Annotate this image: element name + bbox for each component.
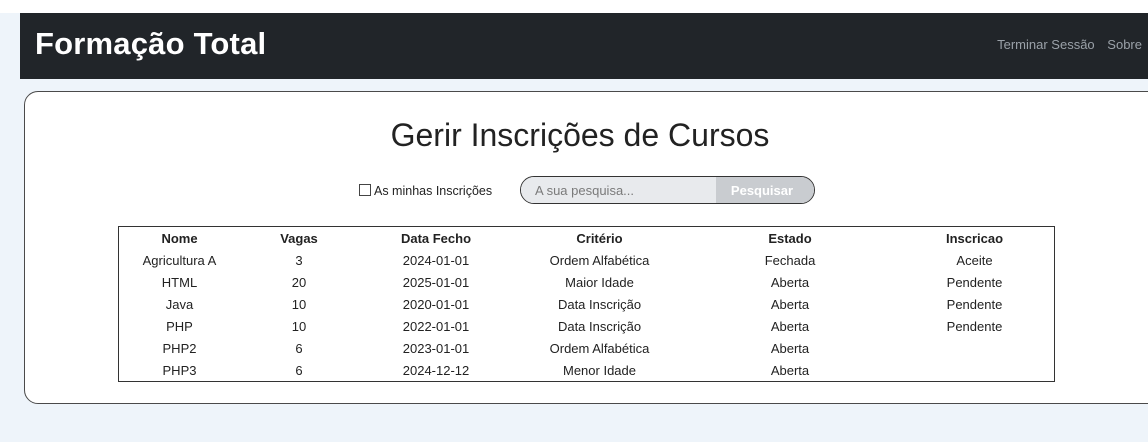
cell-estado: Fechada: [764, 252, 816, 268]
cell-criterio: Ordem Alfabética: [549, 340, 650, 356]
column-header-data-fecho: Data Fecho: [400, 230, 472, 246]
cell-data-fecho: 2025-01-01: [402, 274, 470, 290]
cell-inscricao: Pendente: [946, 296, 1003, 312]
top-strip: [0, 0, 1148, 13]
brand-title[interactable]: Formação Total: [35, 26, 266, 62]
table-row[interactable]: Java 10 2020-01-01 Data Inscrição Aberta…: [119, 293, 1054, 315]
cell-inscricao: Aceite: [956, 252, 993, 268]
cell-estado: Aberta: [770, 296, 810, 312]
my-enrollments-label: As minhas Inscrições: [374, 184, 493, 198]
nav-link-about[interactable]: Sobre: [1107, 37, 1142, 52]
cell-inscricao: Pendente: [946, 318, 1003, 334]
cell-vagas: 10: [291, 318, 307, 334]
nav-links: Terminar Sessão Sobre: [988, 37, 1142, 52]
cell-data-fecho: 2022-01-01: [402, 318, 470, 334]
cell-nome: PHP3: [162, 362, 197, 378]
cell-inscricao: [895, 337, 1054, 359]
nav-link-logout[interactable]: Terminar Sessão: [997, 37, 1095, 52]
column-header-estado: Estado: [768, 230, 812, 246]
courses-table-container: Nome Vagas Data Fecho Critério Estado In…: [118, 226, 1055, 382]
cell-criterio: Data Inscrição: [557, 296, 642, 312]
cell-vagas: 6: [295, 340, 303, 356]
cell-inscricao: [895, 359, 1054, 381]
my-enrollments-filter[interactable]: As minhas Inscrições: [359, 184, 492, 198]
cell-data-fecho: 2024-01-01: [402, 252, 470, 268]
cell-estado: Aberta: [770, 274, 810, 290]
cell-vagas: 6: [295, 362, 303, 378]
page-title: Gerir Inscrições de Cursos: [390, 117, 770, 153]
column-header-vagas: Vagas: [280, 230, 318, 246]
search-button[interactable]: Pesquisar: [716, 177, 814, 203]
table-row[interactable]: Agricultura A 3 2024-01-01 Ordem Alfabét…: [119, 249, 1054, 271]
cell-criterio: Data Inscrição: [557, 318, 642, 334]
cell-vagas: 3: [295, 252, 303, 268]
cell-data-fecho: 2023-01-01: [402, 340, 470, 356]
cell-data-fecho: 2020-01-01: [402, 296, 470, 312]
courses-table: Nome Vagas Data Fecho Critério Estado In…: [119, 227, 1054, 381]
cell-nome: PHP2: [162, 340, 197, 356]
cell-nome: PHP: [166, 318, 193, 334]
table-row[interactable]: HTML 20 2025-01-01 Maior Idade Aberta Pe…: [119, 271, 1054, 293]
cell-nome: Java: [165, 296, 194, 312]
table-header-row: Nome Vagas Data Fecho Critério Estado In…: [119, 227, 1054, 249]
cell-estado: Aberta: [770, 340, 810, 356]
search-group: Pesquisar: [520, 176, 815, 204]
cell-nome: HTML: [161, 274, 198, 290]
navbar: Formação Total Terminar Sessão Sobre: [20, 13, 1148, 79]
cell-nome: Agricultura A: [142, 252, 217, 268]
column-header-criterio: Critério: [576, 230, 623, 246]
column-header-nome: Nome: [161, 230, 198, 246]
courses-panel: Gerir Inscrições de Cursos As minhas Ins…: [24, 91, 1148, 404]
cell-data-fecho: 2024-12-12: [402, 362, 470, 378]
table-row[interactable]: PHP3 6 2024-12-12 Menor Idade Aberta: [119, 359, 1054, 381]
table-row[interactable]: PHP2 6 2023-01-01 Ordem Alfabética Abert…: [119, 337, 1054, 359]
cell-criterio: Ordem Alfabética: [549, 252, 650, 268]
cell-criterio: Maior Idade: [565, 274, 634, 290]
cell-vagas: 20: [291, 274, 307, 290]
cell-inscricao: Pendente: [946, 274, 1003, 290]
cell-vagas: 10: [291, 296, 307, 312]
my-enrollments-checkbox[interactable]: [359, 184, 371, 196]
cell-estado: Aberta: [770, 362, 810, 378]
cell-criterio: Menor Idade: [563, 362, 636, 378]
column-header-inscricao: Inscricao: [945, 230, 1004, 246]
table-row[interactable]: PHP 10 2022-01-01 Data Inscrição Aberta …: [119, 315, 1054, 337]
cell-estado: Aberta: [770, 318, 810, 334]
search-input[interactable]: [521, 177, 716, 203]
